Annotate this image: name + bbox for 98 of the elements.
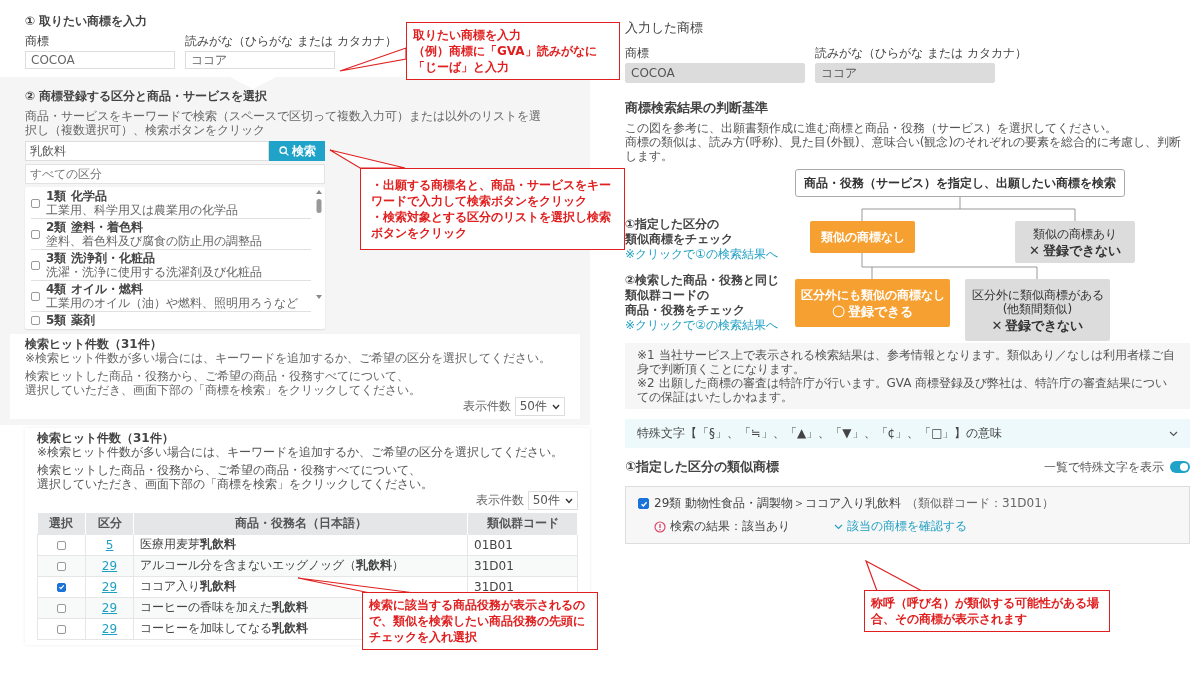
class-title: 5類 薬剤	[46, 313, 95, 327]
alert-icon	[654, 520, 666, 533]
table-cell: 01B01	[467, 534, 578, 555]
callout-text: 称呼（呼び名）が類似する可能性がある場合、その商標が表示されます	[871, 595, 1100, 627]
chevron-icon	[1169, 430, 1178, 437]
per-page-label: 表示件数	[475, 492, 524, 509]
section-title: ① 取りたい商標を入力	[25, 14, 149, 29]
results-title: 検索ヒット件数（31件）	[37, 431, 175, 445]
results-title: 検索ヒット件数（31件）	[25, 337, 163, 351]
checkbox[interactable]	[57, 603, 66, 613]
class-title: 2類 塗料・着色料	[46, 220, 144, 234]
callout-text: 取りたい商標を入力	[413, 27, 522, 43]
search-field[interactable]: 乳飲料	[25, 141, 269, 161]
note-text: ※1 当社サービス上で表示される検索結果は、参考情報となります。類似あり／なしは利用者様ご自身で判断頂くことになります。	[637, 348, 1176, 376]
class-title: 3類 洗浄剤・化粧品	[46, 251, 156, 265]
class-description: 塗料、着色料及び腐食の防止用の調整品	[46, 234, 262, 248]
class-link[interactable]: 5	[105, 537, 114, 552]
column-header: 類似群コード	[467, 513, 578, 534]
class-description: 洗濯・洗浄に使用する洗濯剤及び化粧品	[46, 265, 262, 279]
results-note: ※検索ヒット件数が多い場合には、キーワードを追加するか、ご希望の区分を選択してください。	[37, 445, 565, 459]
node-text: 類似の商標あり	[1033, 226, 1117, 241]
per-page-select[interactable]: 50件	[527, 491, 578, 510]
table-cell: 医療用麦芽乳飲料	[133, 534, 468, 555]
section-title: ①指定した区分の類似商標	[625, 458, 779, 476]
list-item[interactable]: 5類 薬剤	[31, 312, 311, 328]
per-page-label: 表示件数	[462, 398, 511, 415]
section-title: ② 商標登録する区分と商品・サービスを選択	[25, 89, 269, 104]
checkbox[interactable]	[57, 624, 66, 634]
class-description: 工業用のオイル（油）や燃料、照明用ろうなど	[46, 296, 298, 310]
list-item[interactable]: 1類 化学品 工業用、科学用又は農業用の化学品	[31, 188, 311, 219]
result-status: 検索の結果：該当あり	[670, 518, 791, 535]
chevron-icon	[834, 523, 843, 530]
field-label: 商標	[25, 34, 50, 48]
checkbox[interactable]	[31, 291, 40, 301]
list-item[interactable]: 2類 塗料・着色料 塗料、着色料及び腐食の防止用の調整品	[31, 219, 311, 250]
section-description: 商標の類似は、読み方(呼称)、見た目(外観)、意味合い(観念)のそれぞれの要素を総合的に考慮し、判断します。	[625, 135, 1183, 163]
callout-text: ・出願する商標名と、商品・サービスをキーワードで入力して検索ボタンをクリック	[371, 177, 612, 209]
note-text: ※2 出願した商標の審査は特許庁が行います。GVA 商標登録及び弊社は、特許庁の審査結果についての保証はいたしかねます。	[637, 376, 1169, 404]
per-page-select[interactable]: 50件	[514, 397, 565, 416]
checkbox[interactable]	[31, 229, 40, 239]
accordion-header[interactable]: 特殊文字【「§」、「≒」、「▲」、「▼」、「¢」、「□」】の意味	[625, 419, 1190, 448]
section-title: 商標検索結果の判断基準	[625, 99, 769, 117]
result-code: （類似群コード：31D01）	[906, 495, 1054, 512]
list-item[interactable]: 4類 オイル・燃料 工業用のオイル（油）や燃料、照明用ろうなど	[31, 281, 311, 312]
checkbox[interactable]	[31, 315, 40, 325]
class-title: 1類 化学品	[46, 189, 108, 203]
node-text: 類似の商標なし	[820, 230, 905, 244]
class-title: 4類 オイル・燃料	[46, 282, 144, 296]
verdict-text: 登録できない	[1005, 317, 1084, 333]
field-label: 商標	[625, 46, 650, 60]
step-link[interactable]: ※クリックで②の検索結果へ	[625, 318, 780, 333]
section-description: この図を参考に、出願書類作成に進む商標と商品・役務（サービス）を選択してください。	[625, 121, 1118, 135]
verdict-mark: ✕	[1029, 242, 1040, 258]
class-description: 工業用、科学用又は農業用の化学品	[46, 203, 238, 217]
flow-start-box: 商品・役務（サービス）を指定し、出願したい商標を検索	[795, 169, 1125, 197]
toggle-switch[interactable]	[1170, 461, 1190, 473]
checkbox[interactable]	[638, 498, 649, 509]
checkbox[interactable]	[31, 260, 40, 270]
result-title: 29類 動物性食品・調製物＞ココア入り乳飲料	[654, 495, 902, 512]
results-note: 検索ヒットした商品・役務から、ご希望の商品・役務すべてについて、	[37, 463, 422, 477]
field-label: 読みがな（ひらがな または カタカナ）	[185, 34, 397, 48]
text-field[interactable]: COCOA	[25, 51, 175, 69]
column-header: 選択	[37, 513, 86, 534]
step-link[interactable]: ※クリックで①の検索結果へ	[625, 247, 778, 262]
results-note: ※検索ヒット件数が多い場合には、キーワードを追加するか、ご希望の区分を選択してください。	[25, 351, 553, 365]
callout-text: 「じーば」と入力	[413, 59, 510, 75]
node-text: (他類間類似)	[1002, 301, 1073, 316]
verdict-mark: 〇	[832, 303, 845, 319]
checkbox[interactable]	[31, 198, 40, 208]
checkbox[interactable]	[57, 540, 66, 550]
step-label: ①指定した区分の 類似商標をチェック	[625, 217, 734, 247]
results-note: 検索ヒットした商品・役務から、ご希望の商品・役務すべてについて、	[25, 369, 410, 383]
chevron-icon	[552, 403, 560, 410]
verdict-text: 登録できる	[848, 303, 913, 319]
search-icon	[278, 146, 289, 156]
accordion-label: 特殊文字【「§」、「≒」、「▲」、「▼」、「¢」、「□」】の意味	[637, 425, 1003, 442]
callout-text: ・検索対象とする区分のリストを選択し検索ボタンをクリック	[371, 209, 612, 241]
class-select-field[interactable]: すべての区分	[25, 164, 325, 184]
field-label: 読みがな（ひらがな または カタカナ）	[815, 46, 1027, 60]
verdict-text: 登録できない	[1042, 242, 1121, 258]
results-note: 選択していただき、画面下部の「商標を検索」をクリックしてください。	[25, 383, 422, 397]
callout-text: （例）商標に「GVA」読みがなに	[413, 43, 598, 59]
verdict-mark: ✕	[991, 317, 1003, 333]
table-cell: アルコール分を含まないエッグノッグ（乳飲料）	[133, 555, 468, 576]
node-text: 区分外にも類似の商標なし	[800, 287, 945, 302]
list-item[interactable]: 3類 洗浄剤・化粧品 洗濯・洗浄に使用する洗濯剤及び化粧品	[31, 250, 311, 281]
checkbox[interactable]	[57, 582, 66, 592]
step-label: ②検索した商品・役務と同じ 類似群コードの 商品・役務をチェック	[625, 273, 780, 318]
column-header: 区分	[85, 513, 134, 534]
node-text: 区分外に類似商標がある	[971, 287, 1104, 302]
section-description: 商品・サービスをキーワードで検索（スペースで区切って複数入力可）または以外のリストを選択し（複数選択可）、検索ボタンをクリック	[25, 109, 542, 137]
checkbox[interactable]	[57, 561, 66, 571]
toggle-label: 一覧で特殊文字を表示	[1044, 458, 1164, 476]
chevron-icon	[565, 497, 573, 504]
results-note: 選択していただき、画面下部の「商標を検索」をクリックしてください。	[37, 477, 434, 491]
column-header: 商品・役務名（日本語）	[133, 513, 468, 534]
section-title: 入力した商標	[625, 20, 704, 36]
text-field[interactable]: ココア	[185, 51, 335, 69]
